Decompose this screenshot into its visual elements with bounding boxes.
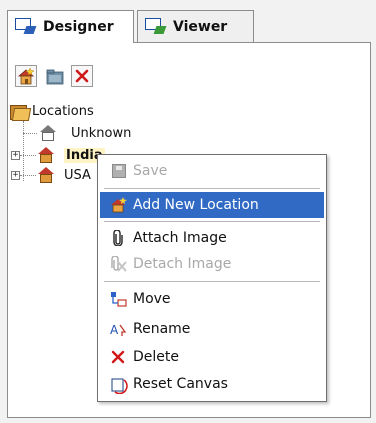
- menu-item-reset-canvas[interactable]: Reset Canvas: [100, 371, 324, 397]
- paperclip-icon: [110, 229, 128, 247]
- menu-item-label: Rename: [133, 321, 191, 337]
- tree-node-root[interactable]: Locations: [9, 101, 94, 121]
- reset-canvas-icon: [110, 376, 128, 395]
- expand-toggle[interactable]: +: [11, 150, 20, 160]
- house-outline-icon: [38, 124, 58, 142]
- tree-node-usa[interactable]: + USA: [11, 165, 91, 185]
- tab-designer-label: Designer: [43, 19, 114, 35]
- tree-node-label: Unknown: [71, 125, 132, 141]
- delete-x-icon: [75, 69, 89, 87]
- folder-move-icon: [46, 69, 64, 89]
- viewer-icon: [145, 17, 167, 36]
- menu-item-label: Save: [133, 163, 168, 179]
- context-menu: Save Add New Location Attach Image Detac…: [97, 154, 327, 402]
- tab-designer[interactable]: Designer: [7, 10, 134, 43]
- menu-item-detach-image[interactable]: Detach Image: [100, 251, 324, 277]
- svg-text:A: A: [110, 323, 119, 337]
- menu-item-label: Detach Image: [133, 256, 232, 272]
- menu-item-label: Delete: [133, 349, 179, 365]
- delete-x-icon: [110, 349, 128, 365]
- menu-item-label: Attach Image: [133, 230, 227, 246]
- tree-node-label: Locations: [32, 103, 94, 119]
- designer-icon: [15, 18, 37, 36]
- move-icon: [110, 291, 128, 307]
- menu-separator: [104, 188, 320, 189]
- menu-item-add-new-location[interactable]: Add New Location: [100, 192, 324, 218]
- house-icon: [36, 166, 56, 184]
- tree-node-unknown[interactable]: Unknown: [38, 123, 131, 143]
- tab-viewer-label: Viewer: [173, 18, 228, 35]
- menu-item-save[interactable]: Save: [100, 158, 324, 184]
- move-button[interactable]: [43, 65, 65, 87]
- rename-icon: A: [110, 321, 128, 337]
- menu-item-rename[interactable]: A Rename: [100, 316, 324, 342]
- tree-line: [23, 133, 37, 134]
- add-location-button[interactable]: [15, 65, 37, 87]
- add-location-icon: [110, 197, 128, 213]
- expand-toggle[interactable]: +: [11, 170, 20, 180]
- menu-separator: [104, 281, 320, 282]
- menu-item-label: Move: [133, 291, 171, 307]
- house-icon: [36, 146, 56, 164]
- tab-viewer[interactable]: Viewer: [137, 10, 254, 42]
- menu-item-move[interactable]: Move: [100, 286, 324, 312]
- menu-separator: [104, 221, 320, 222]
- add-location-icon: [17, 67, 35, 89]
- folder-icon: [9, 103, 32, 121]
- menu-item-attach-image[interactable]: Attach Image: [100, 225, 324, 251]
- menu-item-delete[interactable]: Delete: [100, 344, 324, 370]
- toolbar: [15, 65, 93, 87]
- tree-node-india[interactable]: + India: [11, 145, 105, 165]
- detach-image-icon: [110, 255, 128, 272]
- menu-item-label: Reset Canvas: [133, 376, 228, 392]
- delete-button[interactable]: [71, 65, 93, 87]
- save-icon: [110, 163, 128, 179]
- tree-node-label: USA: [64, 167, 91, 183]
- menu-item-label: Add New Location: [133, 197, 259, 213]
